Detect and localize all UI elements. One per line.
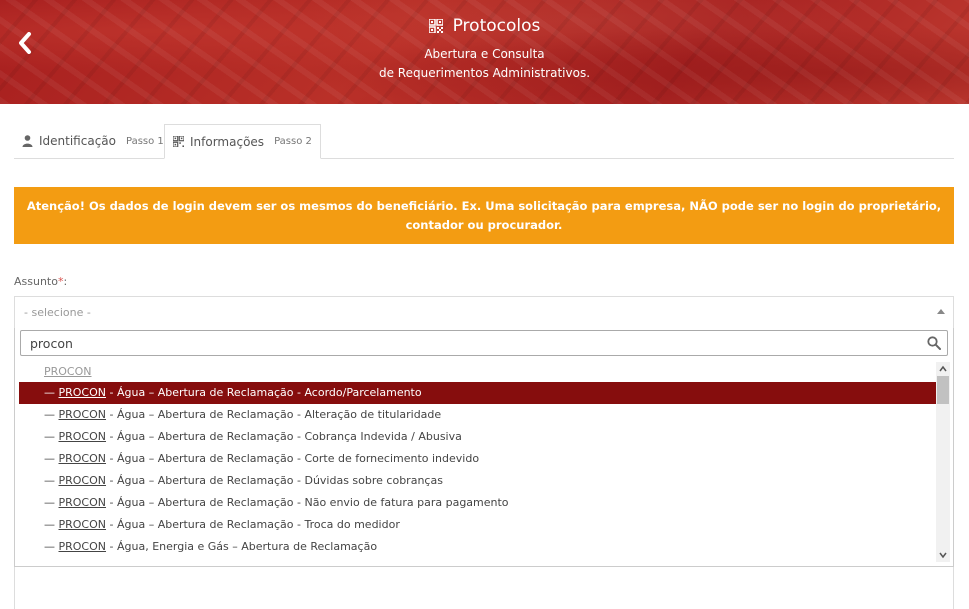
- tab-label: Identificação: [39, 134, 116, 148]
- option-text: - Água – Abertura de Reclamação - Acordo…: [106, 386, 422, 399]
- tab-step: Passo 2: [274, 136, 312, 147]
- result-group-label: PROCON: [44, 365, 92, 378]
- option-prefix: —: [44, 540, 55, 553]
- results-scrollbar[interactable]: [936, 362, 950, 562]
- search-input[interactable]: [21, 331, 947, 355]
- result-option[interactable]: — PROCON - Água – Abertura de Reclamação…: [19, 448, 936, 470]
- result-option[interactable]: — PROCON - Água – Abertura de Reclamação…: [19, 382, 936, 404]
- page-title: Protocolos: [452, 16, 541, 36]
- result-option[interactable]: — PROCON - Água – Abertura de Reclamação…: [19, 426, 936, 448]
- results-list: PROCON — PROCON - Água – Abertura de Rec…: [19, 362, 936, 562]
- label-colon: :: [63, 275, 68, 288]
- result-option[interactable]: — PROCON - Água, Energia e Gás – Abertur…: [19, 536, 936, 558]
- subject-select[interactable]: - selecione -: [14, 296, 954, 328]
- option-prefix: —: [44, 452, 55, 465]
- form-panel-continuation: [14, 567, 954, 609]
- wizard-tabs: Identificação Passo 1 Informações Passo …: [14, 124, 954, 159]
- option-text: - Água – Abertura de Reclamação - Altera…: [106, 408, 442, 421]
- result-option[interactable]: — PROCON - Água – Abertura de Reclamação…: [19, 404, 936, 426]
- login-warning-alert: Atenção! Os dados de login devem ser os …: [14, 187, 954, 244]
- header-title-block: Protocolos Abertura e Consulta de Requer…: [0, 16, 969, 83]
- option-prefix: —: [44, 474, 55, 487]
- user-icon: [22, 135, 33, 147]
- option-prefix: —: [44, 430, 55, 443]
- tab-informacoes[interactable]: Informações Passo 2: [164, 124, 321, 159]
- subject-label: Assunto*:: [14, 275, 67, 288]
- tab-label: Informações: [190, 134, 265, 149]
- option-prefix: —: [44, 496, 55, 509]
- option-keyword: PROCON: [58, 518, 107, 531]
- result-option[interactable]: — PROCON - Água – Abertura de Reclamação…: [19, 470, 936, 492]
- scrollbar-thumb[interactable]: [937, 376, 949, 404]
- option-text: - Água, Energia e Gás – Abertura de Recl…: [106, 540, 378, 553]
- qrcode-icon: [173, 136, 184, 147]
- scroll-up-icon[interactable]: [939, 365, 947, 373]
- result-option[interactable]: — PROCON - Água – Abertura de Reclamação…: [19, 492, 936, 514]
- option-text: - Água – Abertura de Reclamação - Não en…: [106, 496, 509, 509]
- search-input-wrapper: [20, 330, 948, 356]
- option-text: - Água – Abertura de Reclamação - Cobran…: [106, 430, 462, 443]
- page-header: Protocolos Abertura e Consulta de Requer…: [0, 0, 969, 104]
- option-keyword: PROCON: [58, 474, 107, 487]
- option-prefix: —: [44, 386, 55, 399]
- option-keyword: PROCON: [58, 496, 107, 509]
- option-keyword: PROCON: [58, 408, 107, 421]
- caret-up-icon: [937, 309, 945, 314]
- result-option[interactable]: — PROCON - Água – Abertura de Reclamação…: [19, 514, 936, 536]
- search-icon: [927, 336, 941, 350]
- option-text: - Água – Abertura de Reclamação - Troca …: [106, 518, 400, 531]
- option-prefix: —: [44, 408, 55, 421]
- option-text: - Água – Abertura de Reclamação - Corte …: [106, 452, 480, 465]
- qrcode-icon: [428, 19, 443, 33]
- option-prefix: —: [44, 518, 55, 531]
- subject-label-text: Assunto: [14, 275, 58, 288]
- option-keyword: PROCON: [58, 452, 107, 465]
- select-placeholder: - selecione -: [24, 306, 91, 319]
- scroll-down-icon[interactable]: [939, 551, 947, 559]
- option-text: - Água – Abertura de Reclamação - Dúvida…: [106, 474, 443, 487]
- option-keyword: PROCON: [58, 540, 107, 553]
- option-keyword: PROCON: [58, 430, 107, 443]
- subject-dropdown: PROCON — PROCON - Água – Abertura de Rec…: [14, 328, 954, 567]
- tab-step: Passo 1: [126, 135, 164, 147]
- option-keyword: PROCON: [58, 386, 107, 399]
- page-subtitle-line2: de Requerimentos Administrativos.: [378, 66, 591, 80]
- page-subtitle-line1: Abertura e Consulta: [424, 47, 545, 61]
- tab-identificacao[interactable]: Identificação Passo 1: [22, 124, 164, 158]
